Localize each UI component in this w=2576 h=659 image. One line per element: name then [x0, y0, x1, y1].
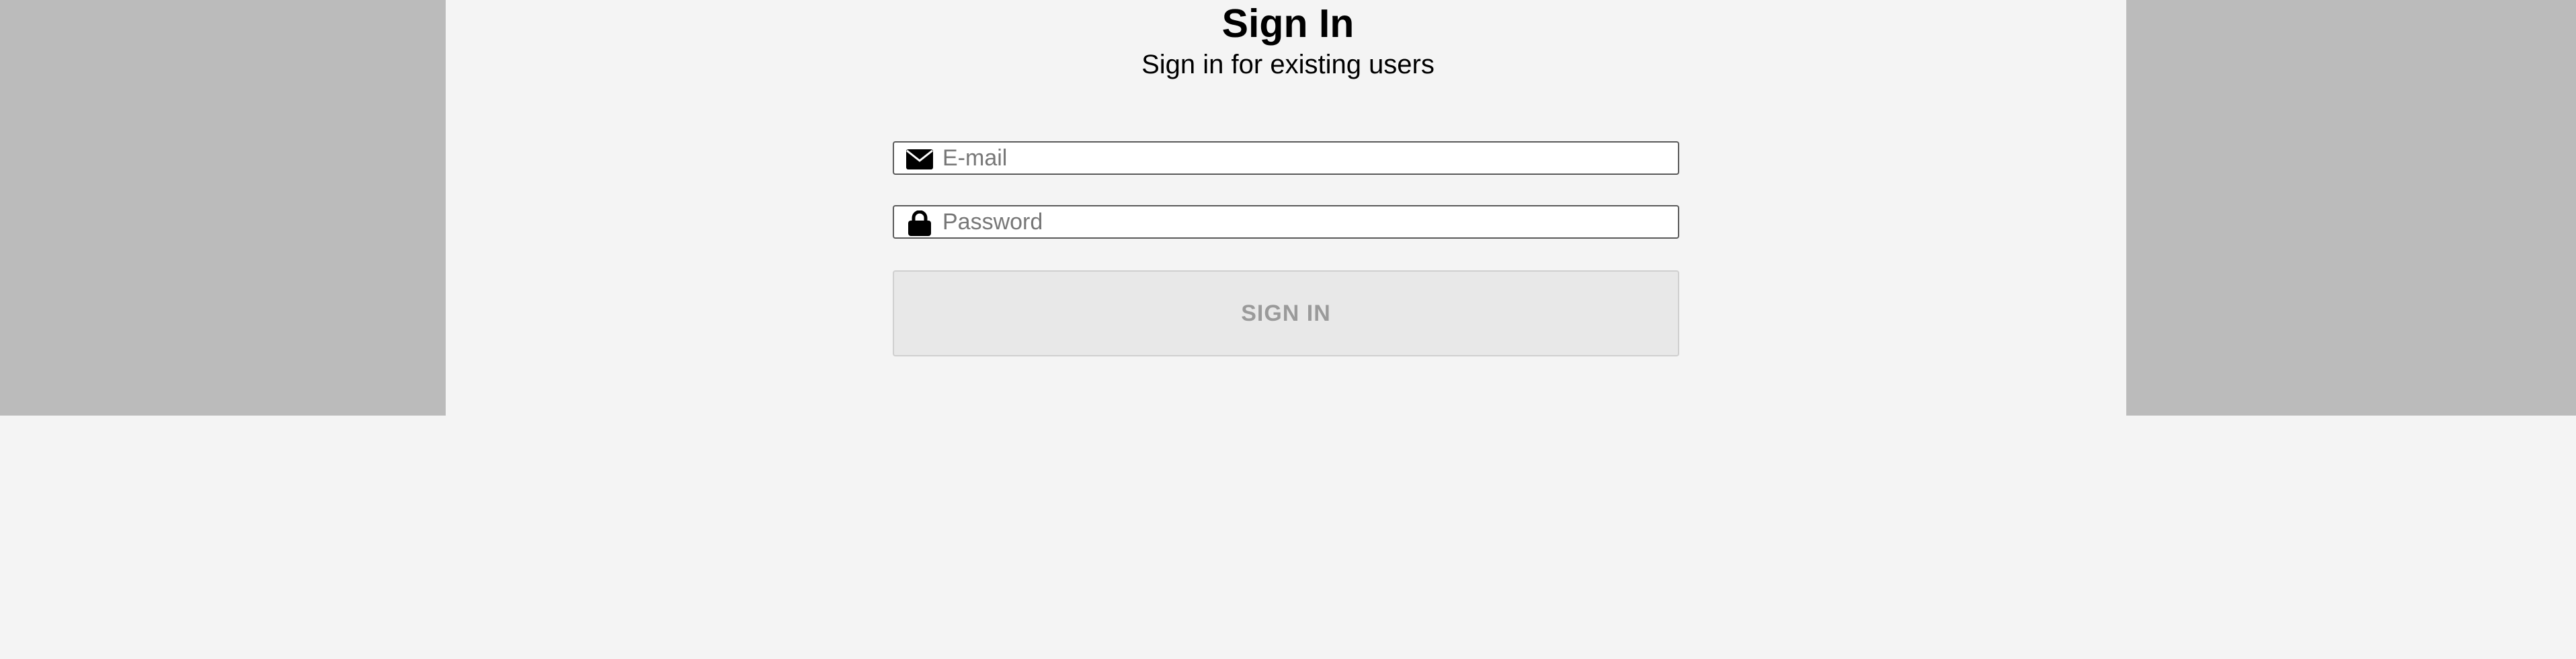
password-field[interactable]	[893, 205, 1679, 239]
email-input[interactable]	[942, 143, 1668, 173]
sign-in-button[interactable]: SIGN IN	[893, 270, 1679, 356]
envelope-icon	[905, 147, 934, 171]
password-input[interactable]	[942, 206, 1668, 237]
page-title: Sign In	[1221, 1, 1355, 46]
lock-icon	[905, 210, 934, 236]
page-subtitle: Sign in for existing users	[1141, 50, 1435, 79]
email-field[interactable]	[893, 141, 1679, 175]
